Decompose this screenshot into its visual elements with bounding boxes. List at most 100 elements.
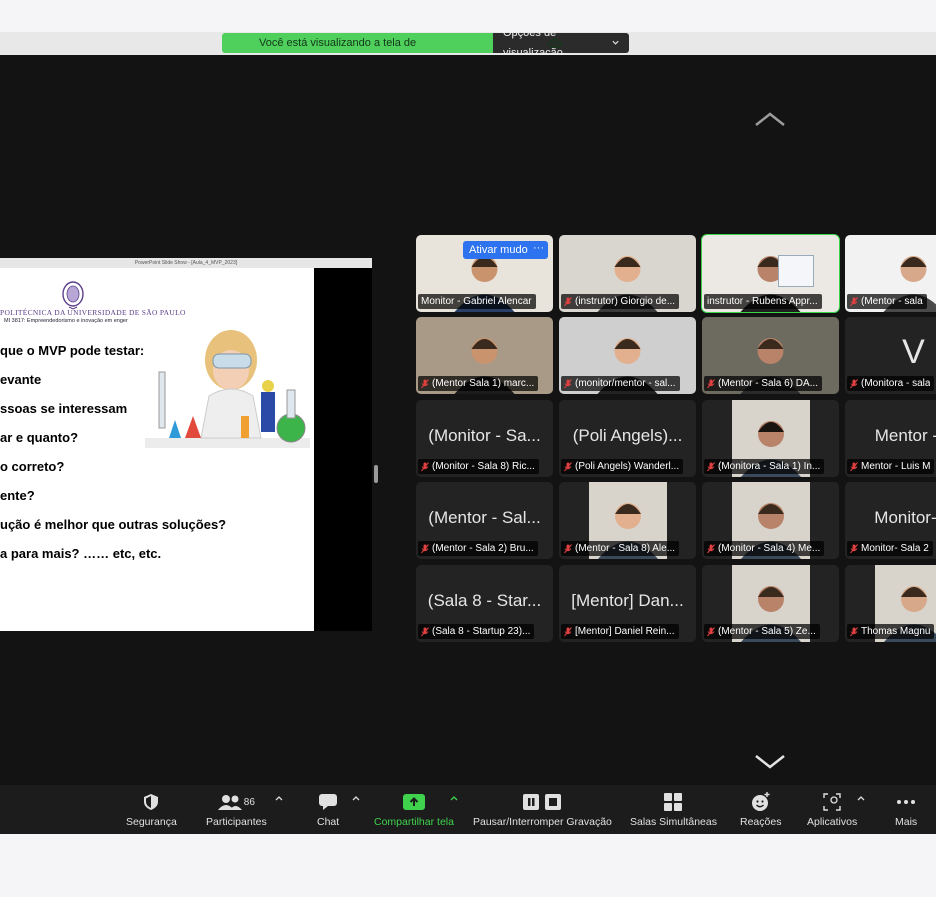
more-button[interactable]: Mais bbox=[895, 791, 917, 828]
view-banner: Você está visualizando a tela de instrut… bbox=[222, 32, 629, 69]
share-screen-label: Compartilhar tela bbox=[374, 816, 454, 828]
slide-bullet-line: ar e quanto? bbox=[0, 430, 79, 445]
unmute-button[interactable]: Ativar mudo bbox=[463, 241, 534, 259]
participant-name-text: Mentor - Luis M bbox=[861, 461, 931, 472]
ellipsis-icon bbox=[897, 800, 916, 804]
participant-name-label: instrutor - Rubens Appr... bbox=[704, 294, 822, 309]
participant-tile[interactable]: (Mentor - Sala 5) Ze... bbox=[702, 565, 839, 642]
participant-name-label: (instrutor) Giorgio de... bbox=[561, 294, 680, 309]
poli-angels-logo bbox=[778, 255, 814, 287]
muted-mic-icon bbox=[421, 461, 429, 471]
muted-mic-icon bbox=[850, 296, 858, 306]
security-label: Segurança bbox=[126, 816, 177, 828]
participant-name-text: (Poli Angels) Wanderl... bbox=[575, 461, 680, 472]
participant-name-label: (Mentor - Sala 8) Ale... bbox=[561, 541, 680, 556]
participant-name-text: (Mentor - Sala 8) Ale... bbox=[575, 543, 676, 554]
participants-options-chevron-icon[interactable] bbox=[275, 795, 283, 801]
apps-icon bbox=[823, 793, 841, 811]
muted-mic-icon bbox=[707, 378, 715, 388]
participant-name-label: Thomas Magnu bbox=[847, 624, 935, 639]
participants-icon bbox=[217, 795, 242, 810]
slide-bullet-line: evante bbox=[0, 372, 42, 387]
participant-name-text: (Monitora - sala bbox=[861, 378, 931, 389]
participants-button[interactable]: 86 Participantes bbox=[206, 791, 267, 828]
breakout-rooms-label: Salas Simultâneas bbox=[630, 816, 717, 828]
participant-tile[interactable]: (Mentor - Sala 8) Ale... bbox=[559, 482, 696, 559]
muted-mic-icon bbox=[421, 626, 429, 636]
breakout-rooms-icon bbox=[664, 793, 683, 811]
share-options-chevron-icon[interactable] bbox=[450, 795, 458, 801]
participant-name-text: (Monitora - Sala 1) In... bbox=[718, 461, 821, 472]
participant-name-text: (Mentor - Sala 2) Bru... bbox=[432, 543, 534, 554]
reactions-button[interactable]: Reações bbox=[740, 791, 781, 828]
slide-bullet-line: ente? bbox=[0, 488, 35, 503]
window-titlebar: Você está visualizando a tela de instrut… bbox=[0, 32, 936, 69]
muted-mic-icon bbox=[421, 378, 429, 388]
participant-tile[interactable]: (instrutor) Giorgio de... bbox=[559, 235, 696, 312]
participant-display-name: (Sala 8 - Star... bbox=[427, 591, 542, 610]
participants-count: 86 bbox=[243, 796, 255, 808]
recording-button[interactable]: Pausar/Interromper Gravação bbox=[473, 791, 612, 828]
meeting-area: PowerPoint Slide Show - [Aula_4_MVP_2023… bbox=[0, 55, 936, 785]
reactions-label: Reações bbox=[740, 816, 782, 828]
participant-name-label: (Sala 8 - Startup 23)... bbox=[418, 624, 535, 639]
apps-button[interactable]: Aplicativos bbox=[807, 791, 857, 828]
participant-name-label: Monitor - Gabriel Alencar bbox=[418, 294, 536, 309]
participant-tile[interactable]: Mentor - L Mentor - Luis M bbox=[845, 400, 936, 477]
chat-button[interactable]: Chat bbox=[317, 791, 339, 828]
participant-tile[interactable]: (monitor/mentor - sal... bbox=[559, 317, 696, 394]
split-view-handle[interactable] bbox=[374, 465, 378, 483]
participant-tile[interactable]: (Monitor - Sala 4) Me... bbox=[702, 482, 839, 559]
security-button[interactable]: Segurança bbox=[126, 791, 177, 828]
participant-name-label: (Mentor - Sala 5) Ze... bbox=[704, 624, 820, 639]
presentation-slide: POLITÉCNICA DA UNIVERSIDADE DE SÃO PAULO… bbox=[0, 268, 314, 631]
breakout-rooms-button[interactable]: Salas Simultâneas bbox=[630, 791, 717, 828]
participant-display-name: (Monitor - Sa... bbox=[428, 426, 541, 445]
apps-options-chevron-icon[interactable] bbox=[857, 795, 865, 801]
participant-name-text: Monitor- Sala 2 bbox=[861, 543, 929, 554]
participant-tile[interactable]: [Mentor] Dan... [Mentor] Daniel Rein... bbox=[559, 565, 696, 642]
participant-name-text: (Sala 8 - Startup 23)... bbox=[432, 626, 531, 637]
participant-tile[interactable]: (Mentor - Sal... (Mentor - Sala 2) Bru... bbox=[416, 482, 553, 559]
participant-tile[interactable]: (Sala 8 - Star... (Sala 8 - Startup 23)..… bbox=[416, 565, 553, 642]
participant-tile[interactable]: V (Monitora - sala bbox=[845, 317, 936, 394]
participant-name-text: (Mentor - sala bbox=[861, 296, 923, 307]
chat-options-chevron-icon[interactable] bbox=[352, 795, 360, 801]
scientist-girl-image bbox=[145, 330, 310, 448]
participant-name-label: (Monitor - Sala 8) Ric... bbox=[418, 459, 539, 474]
muted-mic-icon bbox=[850, 378, 858, 388]
muted-mic-icon bbox=[421, 543, 429, 553]
participant-tile[interactable]: (Mentor Sala 1) marc... bbox=[416, 317, 553, 394]
tile-more-options-button[interactable]: ··· bbox=[529, 241, 548, 259]
participant-tile[interactable]: (Poli Angels)... (Poli Angels) Wanderl... bbox=[559, 400, 696, 477]
gallery-page-up-icon[interactable] bbox=[754, 110, 786, 128]
muted-mic-icon bbox=[564, 378, 572, 388]
participant-display-name: (Mentor - Sal... bbox=[428, 508, 541, 527]
slide-bullet-line: ssoas se interessam bbox=[0, 401, 128, 416]
participant-name-label: (Monitora - Sala 1) In... bbox=[704, 459, 825, 474]
muted-mic-icon bbox=[564, 296, 572, 306]
chevron-down-icon bbox=[612, 40, 619, 45]
participant-tile[interactable]: (Monitor - Sa... (Monitor - Sala 8) Ric..… bbox=[416, 400, 553, 477]
participant-tile[interactable]: instrutor - Rubens Appr... bbox=[701, 234, 840, 313]
apps-label: Aplicativos bbox=[807, 816, 858, 828]
slide-course: MI 3817: Empreendedorismo e inovação em … bbox=[4, 318, 128, 324]
participant-tile[interactable]: (Monitora - Sala 1) In... bbox=[702, 400, 839, 477]
recording-label: Pausar/Interromper Gravação bbox=[473, 816, 612, 828]
participant-tile[interactable]: (Mentor - Sala 6) DA... bbox=[702, 317, 839, 394]
share-screen-button[interactable]: Compartilhar tela bbox=[374, 791, 454, 828]
participant-tile[interactable]: Monitor - Gabriel Alencar Ativar mudo ··· bbox=[416, 235, 553, 312]
participant-name-label: (Mentor Sala 1) marc... bbox=[418, 376, 539, 391]
gallery-page-down-icon[interactable] bbox=[754, 753, 786, 771]
participant-tile[interactable]: Thomas Magnu bbox=[845, 565, 936, 642]
muted-mic-icon bbox=[564, 461, 572, 471]
participant-tile[interactable]: Monitor- S Monitor- Sala 2 bbox=[845, 482, 936, 559]
participant-name-text: (Mentor Sala 1) marc... bbox=[432, 378, 535, 389]
shared-screen[interactable]: PowerPoint Slide Show - [Aula_4_MVP_2023… bbox=[0, 258, 372, 631]
chat-label: Chat bbox=[317, 816, 340, 828]
muted-mic-icon bbox=[707, 543, 715, 553]
participant-name-text: (Mentor - Sala 6) DA... bbox=[718, 378, 819, 389]
participant-name-text: (monitor/mentor - sal... bbox=[575, 378, 676, 389]
participant-name-label: (Mentor - Sala 2) Bru... bbox=[418, 541, 538, 556]
participant-tile[interactable]: (Mentor - sala bbox=[845, 235, 936, 312]
